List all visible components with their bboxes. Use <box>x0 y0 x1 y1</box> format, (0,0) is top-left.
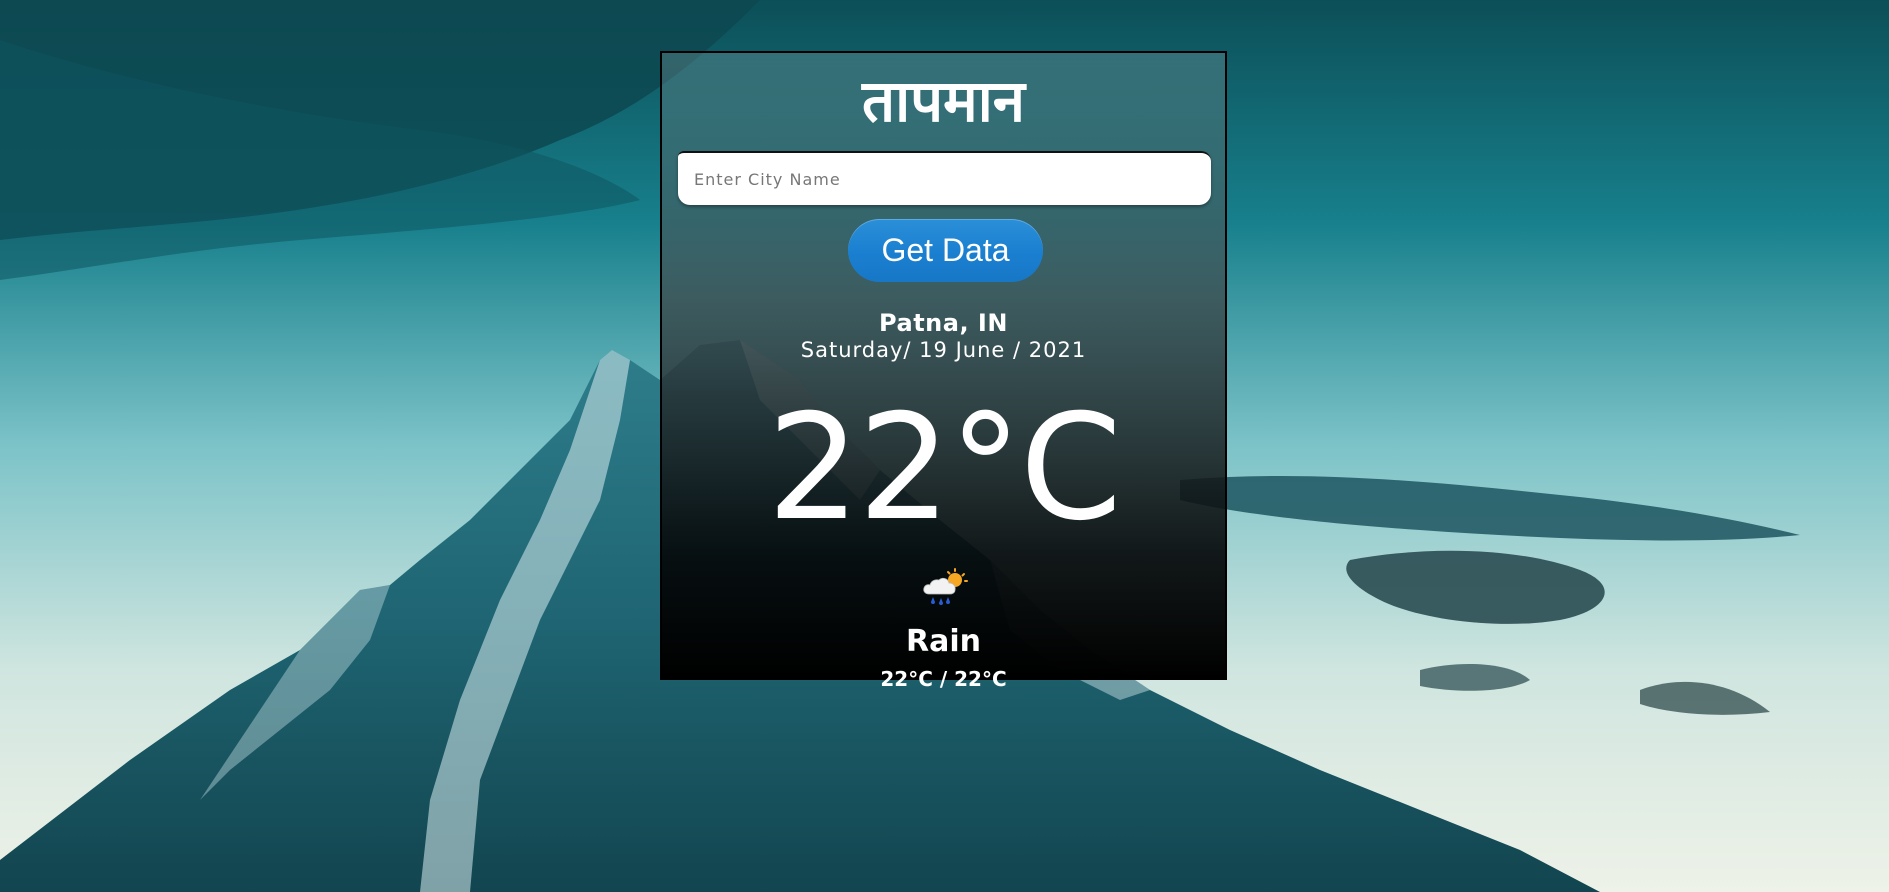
rain-sun-cloud-icon <box>921 568 969 608</box>
app-title: तापमान <box>862 67 1025 135</box>
location-label: Patna, IN <box>879 309 1008 337</box>
get-data-button[interactable]: Get Data <box>848 219 1043 282</box>
date-label: Saturday/ 19 June / 2021 <box>800 338 1087 362</box>
weather-condition: Rain <box>906 624 981 659</box>
current-temperature: 22°C <box>767 383 1122 553</box>
city-search-input[interactable] <box>678 151 1211 205</box>
min-max-temperature: 22°C / 22°C <box>880 667 1007 691</box>
weather-card: तापमान Get Data Patna, IN Saturday/ 19 J… <box>660 51 1227 691</box>
